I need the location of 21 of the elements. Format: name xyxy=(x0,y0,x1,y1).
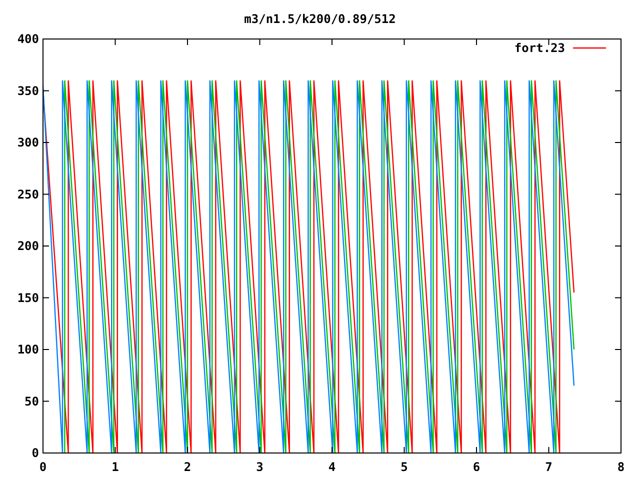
x-tick-label: 0 xyxy=(39,460,47,474)
y-tick-label: 50 xyxy=(24,394,39,408)
x-tick-label: 1 xyxy=(112,460,119,474)
x-tick-label: 7 xyxy=(545,460,552,474)
x-tick-label: 8 xyxy=(617,460,625,474)
x-tick-label: 5 xyxy=(400,460,408,474)
x-tick-label: 6 xyxy=(472,460,480,474)
y-tick-label: 100 xyxy=(17,342,39,356)
legend-label: fort.23 xyxy=(514,41,565,55)
x-tick-label: 4 xyxy=(328,460,336,474)
y-tick-label: 400 xyxy=(17,32,39,46)
y-tick-label: 250 xyxy=(17,187,39,202)
y-tick-label: 0 xyxy=(32,446,39,460)
x-tick-label: 2 xyxy=(184,460,192,474)
legend-line-sample xyxy=(573,47,606,49)
y-tick-label: 350 xyxy=(17,84,39,98)
chart-title: m3/n1.5/k200/0.89/512 xyxy=(244,12,396,26)
y-tick-label: 150 xyxy=(17,290,39,305)
x-tick-label: 3 xyxy=(256,460,264,474)
y-tick-label: 200 xyxy=(17,239,39,253)
y-tick-label: 300 xyxy=(17,136,39,150)
